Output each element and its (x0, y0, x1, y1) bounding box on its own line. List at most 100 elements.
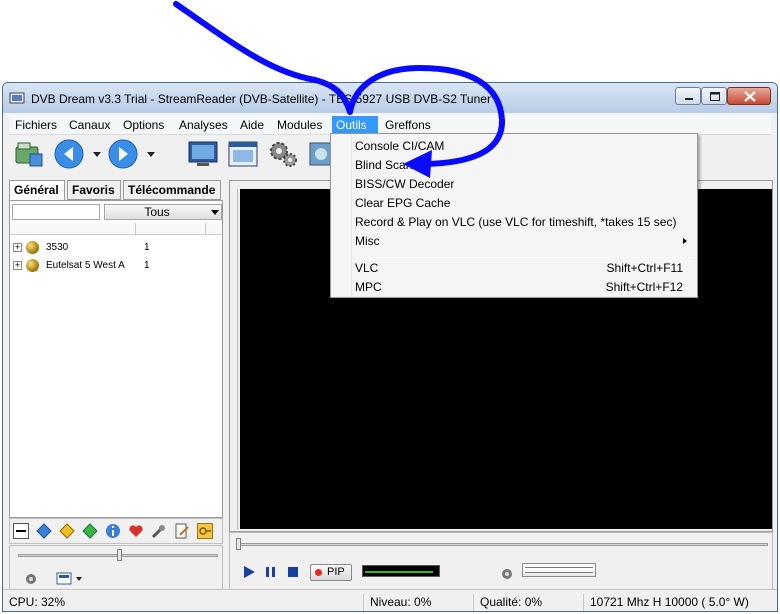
satellite-name: 3530 (46, 242, 69, 253)
menu-item-mpc[interactable]: MPC Shift+Ctrl+F12 (333, 278, 695, 296)
filter-select-value: Tous (144, 205, 170, 219)
signal-level-meter (362, 565, 440, 577)
signal-level-fill (365, 571, 433, 573)
maximize-icon (710, 92, 720, 101)
outils-menu: Console CI/CAM Blind Scanner BISS/CW Dec… (330, 133, 698, 298)
satellite-row[interactable]: + 3530 1 (10, 239, 222, 257)
close-button[interactable] (727, 87, 771, 105)
channel-search-input[interactable] (12, 204, 100, 220)
collapse-icon[interactable] (13, 523, 29, 539)
status-frequency: 10721 Mhz H 10000 ( 5.0° W) (583, 594, 749, 611)
tab-favoris[interactable]: Favoris (67, 180, 121, 200)
minimize-icon (685, 98, 693, 100)
volume-slider[interactable] (18, 549, 218, 561)
window-icon[interactable] (227, 138, 259, 170)
menu-item-label: VLC (355, 261, 379, 275)
list-header (10, 223, 222, 235)
menu-item-misc[interactable]: Misc (333, 232, 695, 250)
menu-canaux[interactable]: Canaux (65, 116, 114, 134)
play-icon[interactable] (242, 565, 256, 579)
back-dropdown-icon[interactable] (93, 150, 101, 158)
menu-separator (355, 257, 693, 258)
satellite-icon (26, 241, 39, 254)
title-bar[interactable]: DVB Dream v3.3 Trial - StreamReader (DVB… (3, 83, 777, 113)
pip-label: PIP (327, 566, 345, 578)
list-header-col-name[interactable] (10, 223, 136, 235)
menu-item-record-play-vlc[interactable]: Record & Play on VLC (use VLC for timesh… (333, 213, 695, 231)
chevron-down-icon (211, 210, 219, 215)
stop-icon[interactable] (286, 565, 300, 579)
app-icon (9, 92, 25, 104)
list-header-col-count[interactable] (136, 223, 206, 235)
tools-icon[interactable] (151, 523, 167, 539)
satellite-icon (26, 259, 39, 272)
speaker-icon[interactable] (24, 572, 38, 586)
menu-item-shortcut: Shift+Ctrl+F11 (606, 261, 683, 275)
video-frame-border (232, 189, 238, 529)
open-folder-icon[interactable] (13, 138, 45, 170)
status-niveau: Niveau: 0% (363, 594, 431, 611)
gears-icon[interactable] (267, 138, 299, 170)
back-arrow-icon[interactable] (53, 138, 85, 170)
volume-bar-line (525, 572, 593, 573)
menu-greffons[interactable]: Greffons (381, 116, 435, 134)
tab-telecommande[interactable]: Télécommande (123, 180, 221, 200)
menu-item-label: Record & Play on VLC (use VLC for timesh… (355, 215, 677, 229)
info-icon[interactable] (105, 523, 121, 539)
menu-item-shortcut: Shift+Ctrl+F12 (605, 280, 683, 294)
menu-item-blind-scanner[interactable]: Blind Scanner (333, 156, 695, 174)
menu-bar: Fichiers Canaux Options Analyses Aide Mo… (9, 114, 771, 135)
volume-bar-line (525, 567, 593, 568)
status-bar: CPU: 32% Niveau: 0% Qualité: 0% 10721 Mh… (3, 589, 777, 611)
pause-icon[interactable] (264, 565, 278, 579)
menu-item-label: BISS/CW Decoder (355, 177, 455, 191)
hearts-icon[interactable] (128, 523, 144, 539)
menu-item-console-ci-cam[interactable]: Console CI/CAM (333, 137, 695, 155)
volume-bar[interactable] (522, 563, 596, 577)
left-controls (9, 545, 223, 591)
menu-item-label: Console CI/CAM (355, 139, 445, 153)
diamond-yellow-icon[interactable] (59, 523, 75, 539)
menu-options[interactable]: Options (119, 116, 168, 134)
monitor-icon[interactable] (187, 138, 219, 170)
status-cpu: CPU: 32% (9, 595, 66, 609)
minimize-button[interactable] (675, 87, 701, 105)
pip-button[interactable]: PIP (310, 564, 352, 581)
menu-item-label: Blind Scanner (355, 158, 430, 172)
expand-icon[interactable]: + (13, 243, 22, 252)
expand-icon[interactable]: + (13, 261, 22, 270)
player-controls: PIP (229, 532, 773, 590)
close-icon (744, 91, 756, 102)
status-qualite: Qualité: 0% (473, 594, 542, 611)
document-edit-icon[interactable] (174, 523, 190, 539)
seek-slider-thumb[interactable] (236, 538, 241, 550)
menu-fichiers[interactable]: Fichiers (11, 116, 61, 134)
diamond-green-icon[interactable] (82, 523, 98, 539)
menu-outils[interactable]: Outils (332, 116, 378, 134)
menu-item-biss-cw-decoder[interactable]: BISS/CW Decoder (333, 175, 695, 193)
menu-item-label: Clear EPG Cache (355, 196, 451, 210)
tab-general[interactable]: Général (9, 180, 65, 201)
diamond-blue-icon[interactable] (36, 523, 52, 539)
menu-modules[interactable]: Modules (273, 116, 326, 134)
key-icon[interactable] (197, 523, 213, 539)
volume-icon[interactable] (500, 567, 514, 581)
display-mode-icon[interactable] (56, 572, 84, 586)
satellite-count: 1 (144, 260, 150, 271)
filter-select[interactable]: Tous (104, 204, 222, 220)
menu-item-vlc[interactable]: VLC Shift+Ctrl+F11 (333, 259, 695, 277)
forward-arrow-icon[interactable] (107, 138, 139, 170)
forward-dropdown-icon[interactable] (147, 150, 155, 158)
channel-panel: Tous + 3530 1 + Eutelsat 5 West A 1 (9, 200, 223, 518)
window-title: DVB Dream v3.3 Trial - StreamReader (DVB… (31, 92, 491, 106)
menu-aide[interactable]: Aide (236, 116, 268, 134)
volume-slider-thumb[interactable] (117, 549, 122, 561)
maximize-button[interactable] (701, 87, 727, 105)
satellite-row[interactable]: + Eutelsat 5 West A 1 (10, 257, 222, 275)
menu-item-label: Misc (355, 234, 380, 248)
left-tabs: Général Favoris Télécommande (9, 180, 221, 201)
satellite-name: Eutelsat 5 West A (46, 260, 125, 271)
menu-item-clear-epg-cache[interactable]: Clear EPG Cache (333, 194, 695, 212)
seek-slider[interactable] (236, 538, 768, 550)
menu-analyses[interactable]: Analyses (175, 116, 232, 134)
